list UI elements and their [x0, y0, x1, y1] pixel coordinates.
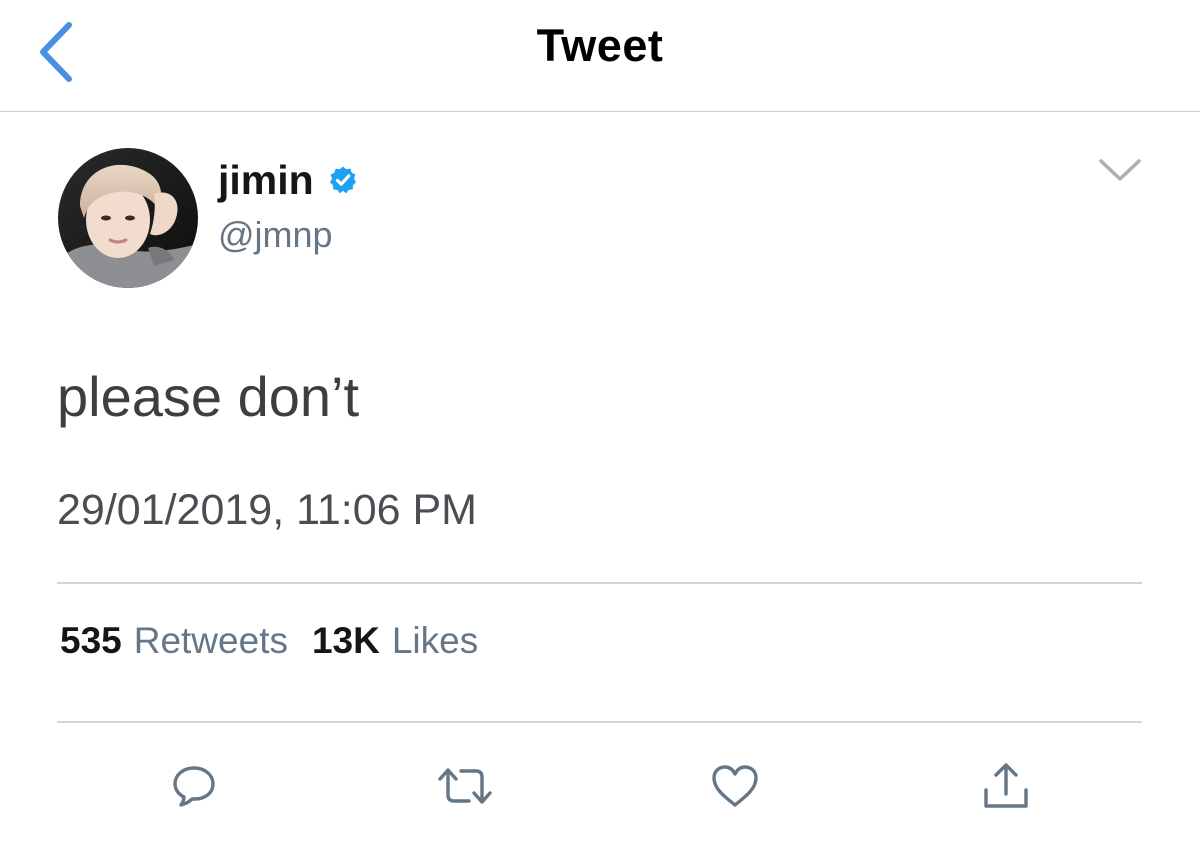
- retweet-icon: [438, 768, 492, 804]
- reply-icon: [173, 766, 215, 807]
- chevron-down-icon: [1099, 159, 1141, 181]
- tweet-timestamp: 29/01/2019, 11:06 PM: [57, 486, 477, 534]
- retweets-stat[interactable]: 535 Retweets: [60, 620, 288, 662]
- likes-count: 13K: [311, 620, 380, 661]
- reply-button[interactable]: [164, 756, 224, 816]
- user-handle[interactable]: @jmnp: [218, 214, 333, 256]
- retweets-label: Retweets: [133, 620, 288, 661]
- more-options-button[interactable]: [1092, 148, 1148, 192]
- author-name-row[interactable]: jimin: [218, 152, 358, 208]
- display-name: jimin: [218, 156, 314, 203]
- tweet-text: please don’t: [57, 365, 360, 428]
- avatar-image: [58, 148, 198, 288]
- tweet-detail-screen: Tweet jimin @jmnp please don’t 29/01/201…: [0, 0, 1200, 845]
- heart-icon: [712, 765, 758, 807]
- divider: [57, 582, 1142, 584]
- verified-badge-icon: [328, 165, 358, 195]
- retweets-count: 535: [60, 620, 122, 661]
- like-button[interactable]: [705, 756, 765, 816]
- share-button[interactable]: [976, 756, 1036, 816]
- share-icon: [984, 763, 1028, 808]
- page-title: Tweet: [536, 20, 664, 71]
- engagement-stats: 535 Retweets 13K Likes: [60, 620, 478, 662]
- divider: [57, 721, 1142, 723]
- navigation-bar: Tweet: [0, 0, 1200, 112]
- likes-stat[interactable]: 13K Likes: [312, 620, 478, 662]
- likes-label: Likes: [391, 620, 479, 661]
- avatar[interactable]: [58, 148, 198, 288]
- retweet-button[interactable]: [435, 756, 495, 816]
